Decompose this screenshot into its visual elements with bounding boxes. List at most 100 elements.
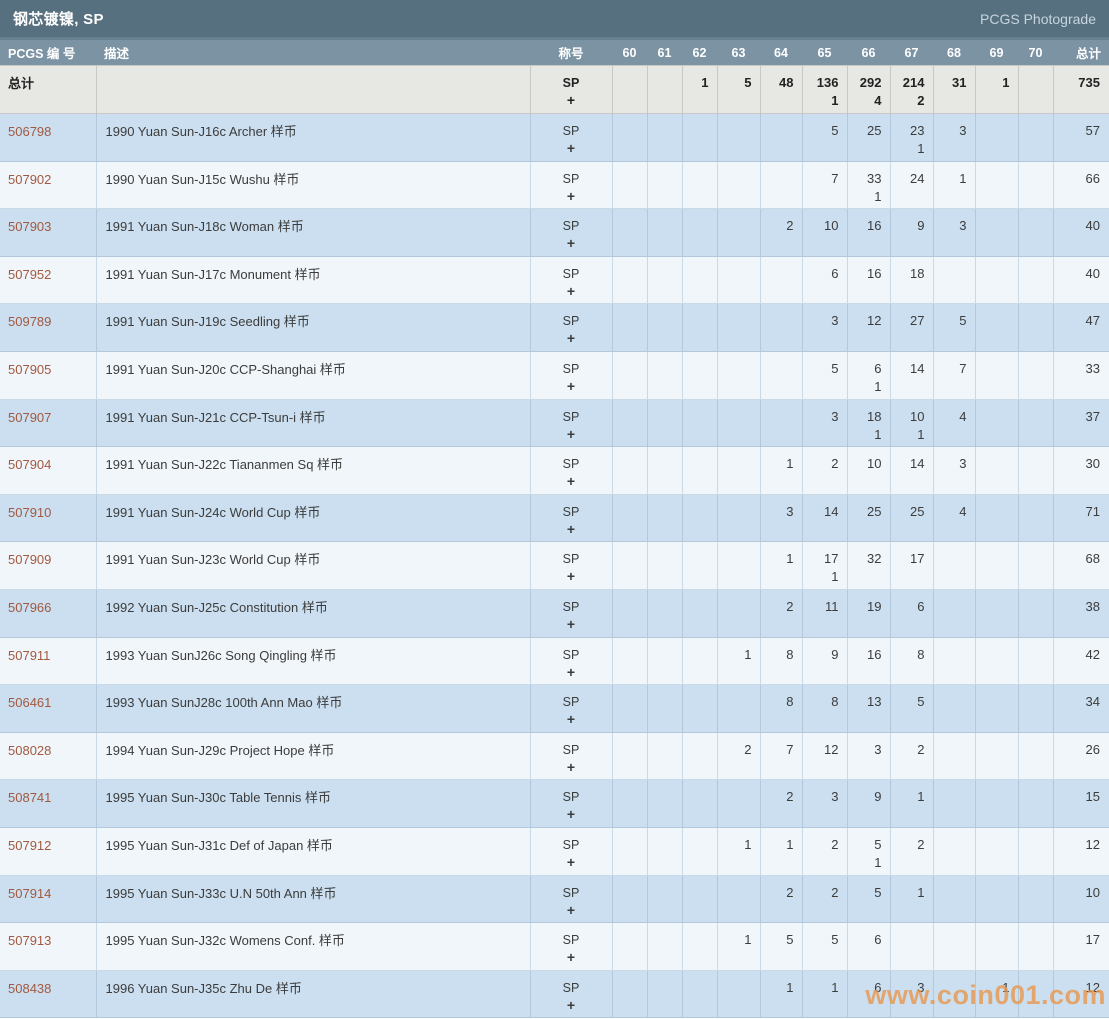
designation-label: SP — [531, 923, 612, 951]
column-header-2: 称号 — [530, 40, 612, 66]
grade-70-cell — [1018, 875, 1053, 923]
pcgs-number-link[interactable]: 507952 — [8, 267, 51, 282]
grade-66-cell: 12 — [847, 304, 890, 352]
pcgs-number-link[interactable]: 507912 — [8, 838, 51, 853]
plus-designation-label: + — [531, 285, 612, 303]
grade-68-cell — [933, 637, 975, 685]
designation-cell: SP+ — [530, 875, 612, 923]
grade-62-cell — [682, 923, 717, 971]
pcgs-number-link[interactable]: 506798 — [8, 124, 51, 139]
pcgs-number-link[interactable]: 507907 — [8, 410, 51, 425]
plus-designation-label: + — [531, 523, 612, 541]
grade-62-cell — [682, 304, 717, 352]
designation-cell: SP+ — [530, 685, 612, 733]
grade-63-cell — [717, 589, 760, 637]
grade-61-cell — [647, 351, 682, 399]
summary-label: 总计 — [8, 76, 34, 91]
grade-70-cell — [1018, 161, 1053, 209]
grade-60-cell — [612, 304, 647, 352]
pcgs-number-link[interactable]: 507902 — [8, 172, 51, 187]
pcgs-number-link[interactable]: 508741 — [8, 790, 51, 805]
coin-description: 1991 Yuan Sun-J20c CCP-Shanghai 样币 — [96, 351, 530, 399]
grade-70-cell — [1018, 304, 1053, 352]
grade-69-cell — [975, 494, 1018, 542]
grade-60-cell — [612, 589, 647, 637]
plus-designation-label: + — [531, 856, 612, 874]
pcgs-number-link[interactable]: 509789 — [8, 314, 51, 329]
pcgs-number-link[interactable]: 507903 — [8, 219, 51, 234]
plus-designation-label: + — [531, 951, 612, 969]
designation-cell: SP+ — [530, 114, 612, 162]
grade-64-cell — [760, 114, 802, 162]
pcgs-number-link[interactable]: 507966 — [8, 600, 51, 615]
grade-60-cell — [612, 923, 647, 971]
grade-60-cell — [612, 351, 647, 399]
pcgs-number-link[interactable]: 508028 — [8, 743, 51, 758]
designation-cell: SP+ — [530, 827, 612, 875]
grade-66-cell: 25 — [847, 494, 890, 542]
grade-68-cell — [933, 970, 975, 1018]
pcgs-number-link[interactable]: 507914 — [8, 886, 51, 901]
grade-64-cell: 7 — [760, 732, 802, 780]
row-total-cell: 12 — [1053, 827, 1109, 875]
designation-cell: SP+ — [530, 304, 612, 352]
grade-64-cell — [760, 351, 802, 399]
grade-61-cell — [647, 209, 682, 257]
title-bar: 钢芯镀镍, SP PCGS Photograde — [0, 0, 1109, 40]
grade-65-cell: 11 — [802, 589, 847, 637]
designation-label: SP — [531, 257, 612, 285]
column-header-14: 总计 — [1053, 40, 1109, 66]
grade-64-cell — [760, 256, 802, 304]
grade-69-cell — [975, 399, 1018, 447]
pcgs-number-link[interactable]: 506461 — [8, 695, 51, 710]
grade-69-cell: 1 — [975, 970, 1018, 1018]
table-row: 5087411995 Yuan Sun-J30c Table Tennis 样币… — [0, 780, 1109, 828]
pcgs-number-cell: 506461 — [0, 685, 96, 733]
grade-61-cell — [647, 637, 682, 685]
pcgs-number-link[interactable]: 507904 — [8, 457, 51, 472]
pcgs-number-link[interactable]: 508438 — [8, 981, 51, 996]
grade-69-cell — [975, 923, 1018, 971]
table-row: 5079121995 Yuan Sun-J31c Def of Japan 样币… — [0, 827, 1109, 875]
grade-61-cell — [647, 447, 682, 495]
grade-63-cell — [717, 161, 760, 209]
coin-description: 1991 Yuan Sun-J22c Tiananmen Sq 样币 — [96, 447, 530, 495]
grade-67-cell: 1 — [890, 875, 933, 923]
designation-cell: SP+ — [530, 209, 612, 257]
pcgs-number-cell: 507907 — [0, 399, 96, 447]
pcgs-number-link[interactable]: 507913 — [8, 933, 51, 948]
pcgs-number-link[interactable]: 507905 — [8, 362, 51, 377]
grade-70-cell — [1018, 685, 1053, 733]
table-row: 5079021990 Yuan Sun-J15c Wushu 样币SP+7331… — [0, 161, 1109, 209]
grade-68-cell — [933, 827, 975, 875]
grade-67-cell: 2 — [890, 827, 933, 875]
grade-63-cell — [717, 209, 760, 257]
grade-60-cell — [612, 256, 647, 304]
pcgs-number-link[interactable]: 507911 — [8, 648, 50, 663]
row-total-cell: 17 — [1053, 923, 1109, 971]
pcgs-number-cell: 507912 — [0, 827, 96, 875]
column-header-13: 70 — [1018, 40, 1053, 66]
grade-63-cell — [717, 304, 760, 352]
grade-70-cell — [1018, 589, 1053, 637]
grade-69-cell — [975, 304, 1018, 352]
plus-designation-label: + — [531, 808, 612, 826]
grade-68-cell: 1 — [933, 161, 975, 209]
grade-69-cell — [975, 209, 1018, 257]
grade-65-cell: 3 — [802, 780, 847, 828]
pcgs-number-link[interactable]: 507909 — [8, 552, 51, 567]
pcgs-number-cell: 508438 — [0, 970, 96, 1018]
grade-65-cell: 8 — [802, 685, 847, 733]
row-total-cell: 47 — [1053, 304, 1109, 352]
photograde-link[interactable]: PCGS Photograde — [980, 11, 1096, 27]
pcgs-number-link[interactable]: 507910 — [8, 505, 51, 520]
grade-65-cell: 3 — [802, 399, 847, 447]
grade-70-cell — [1018, 447, 1053, 495]
grade-64-cell: 2 — [760, 780, 802, 828]
grade-61-cell — [647, 304, 682, 352]
grade-60-cell — [612, 732, 647, 780]
table-row: 507904 1991 Yuan Sun-J22c Tiananmen Sq 样币… — [0, 447, 1109, 495]
grade-67-cell: 14 — [890, 351, 933, 399]
grade-65-cell: 14 — [802, 494, 847, 542]
grade-64-cell: 5 — [760, 923, 802, 971]
